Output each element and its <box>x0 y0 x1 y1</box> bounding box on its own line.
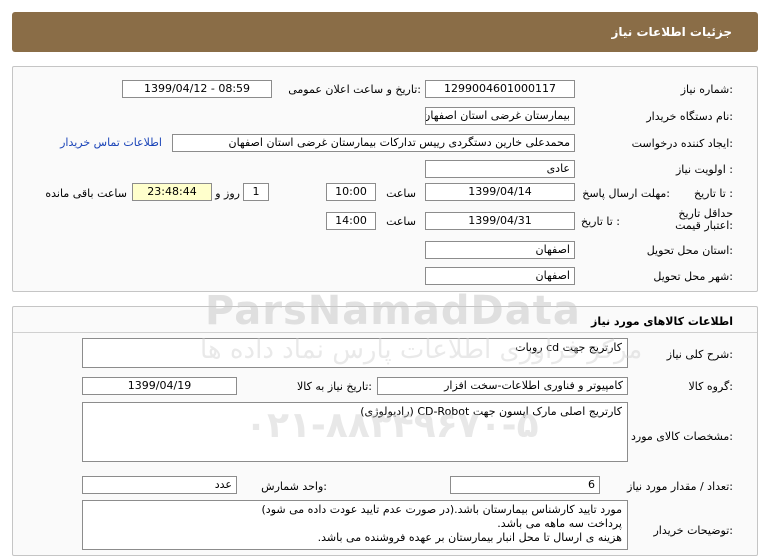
province-field: اصفهان <box>425 241 575 259</box>
announce-datetime-field: 1399/04/12 - 08:59 <box>122 80 272 98</box>
validity-date-field: 1399/04/31 <box>425 212 575 230</box>
buyer-contact-link[interactable]: اطلاعات تماس خریدار <box>60 136 162 149</box>
need-date-field: 1399/04/19 <box>82 377 237 395</box>
deadline-time-field: 10:00 <box>326 183 376 201</box>
goods-group-label: گروه کالا: <box>688 380 733 393</box>
priority-field: عادی <box>425 160 575 178</box>
need-number-field: 1299004601000117 <box>425 80 575 98</box>
days-label: روز و <box>215 187 240 200</box>
buyer-notes-field: مورد تایید کارشناس بیمارستان باشد.(در صو… <box>82 500 628 550</box>
validity-time-label: ساعت <box>386 215 416 228</box>
goods-group-field: کامپیوتر و فناوری اطلاعات-سخت افزار <box>377 377 628 395</box>
validity-time-field: 14:00 <box>326 212 376 230</box>
need-description-label: شرح کلی نیاز: <box>666 348 733 361</box>
quantity-label: تعداد / مقدار مورد نیاز: <box>627 480 733 493</box>
province-label: استان محل تحویل: <box>646 244 733 257</box>
validity-to-date-label: تا تاریخ : <box>581 215 620 228</box>
unit-field: عدد <box>82 476 237 494</box>
deadline-label: مهلت ارسال پاسخ: <box>582 187 670 200</box>
deadline-date-field: 1399/04/14 <box>425 183 575 201</box>
buyer-note-line: هزینه ی ارسال تا محل انبار بیمارستان بر … <box>317 531 622 544</box>
unit-label: واحد شمارش: <box>261 480 327 493</box>
page-header: جزئیات اطلاعات نیاز <box>12 12 758 52</box>
need-number-label: شماره نیاز: <box>680 83 733 96</box>
watermark-brand: ParsNamadData <box>205 288 581 334</box>
announce-datetime-label: تاریخ و ساعت اعلان عمومی: <box>288 83 421 96</box>
city-field: اصفهان <box>425 267 575 285</box>
requester-field: محمدعلی خارین دستگردی رییس تدارکات بیمار… <box>172 134 575 152</box>
city-label: شهر محل تحویل: <box>653 270 733 283</box>
buyer-notes-label: توضیحات خریدار: <box>653 524 734 537</box>
specs-label: مشخصات کالای مورد نیاز: <box>612 430 733 443</box>
remaining-time-field: 23:48:44 <box>132 183 212 201</box>
buyer-note-line: مورد تایید کارشناس بیمارستان باشد.(در صو… <box>261 503 622 516</box>
remaining-time-label: ساعت باقی مانده <box>45 187 127 200</box>
page-title: جزئیات اطلاعات نیاز <box>611 25 732 39</box>
price-validity-label-text: حداقل تاریخ اعتبار قیمت: <box>675 207 733 232</box>
buyer-org-label: نام دستگاه خریدار: <box>646 110 733 123</box>
buyer-note-line: پرداخت سه ماهه می باشد. <box>497 517 622 530</box>
requester-label: ایجاد کننده درخواست: <box>631 137 733 150</box>
remaining-days-field: 1 <box>243 183 269 201</box>
goods-section-title: اطلاعات کالاهای مورد نیاز <box>591 315 733 328</box>
watermark-phone: ۰۲۱-۸۸۳۴۹۶۷۰-۵ <box>245 405 539 446</box>
price-validity-label: حداقل تاریخ اعتبار قیمت: <box>653 208 733 232</box>
need-info-panel <box>12 66 758 292</box>
deadline-to-date-label: تا تاریخ : <box>694 187 733 200</box>
priority-label: اولویت نیاز : <box>675 163 733 176</box>
need-date-label: تاریخ نیاز به کالا: <box>297 380 372 393</box>
watermark-tagline: مرکز فراوری اطلاعات پارس نماد داده ها <box>200 335 643 365</box>
buyer-org-field: بیمارستان غرضی استان اصفهان <box>425 107 575 125</box>
deadline-time-label: ساعت <box>386 187 416 200</box>
quantity-field: 6 <box>450 476 600 494</box>
